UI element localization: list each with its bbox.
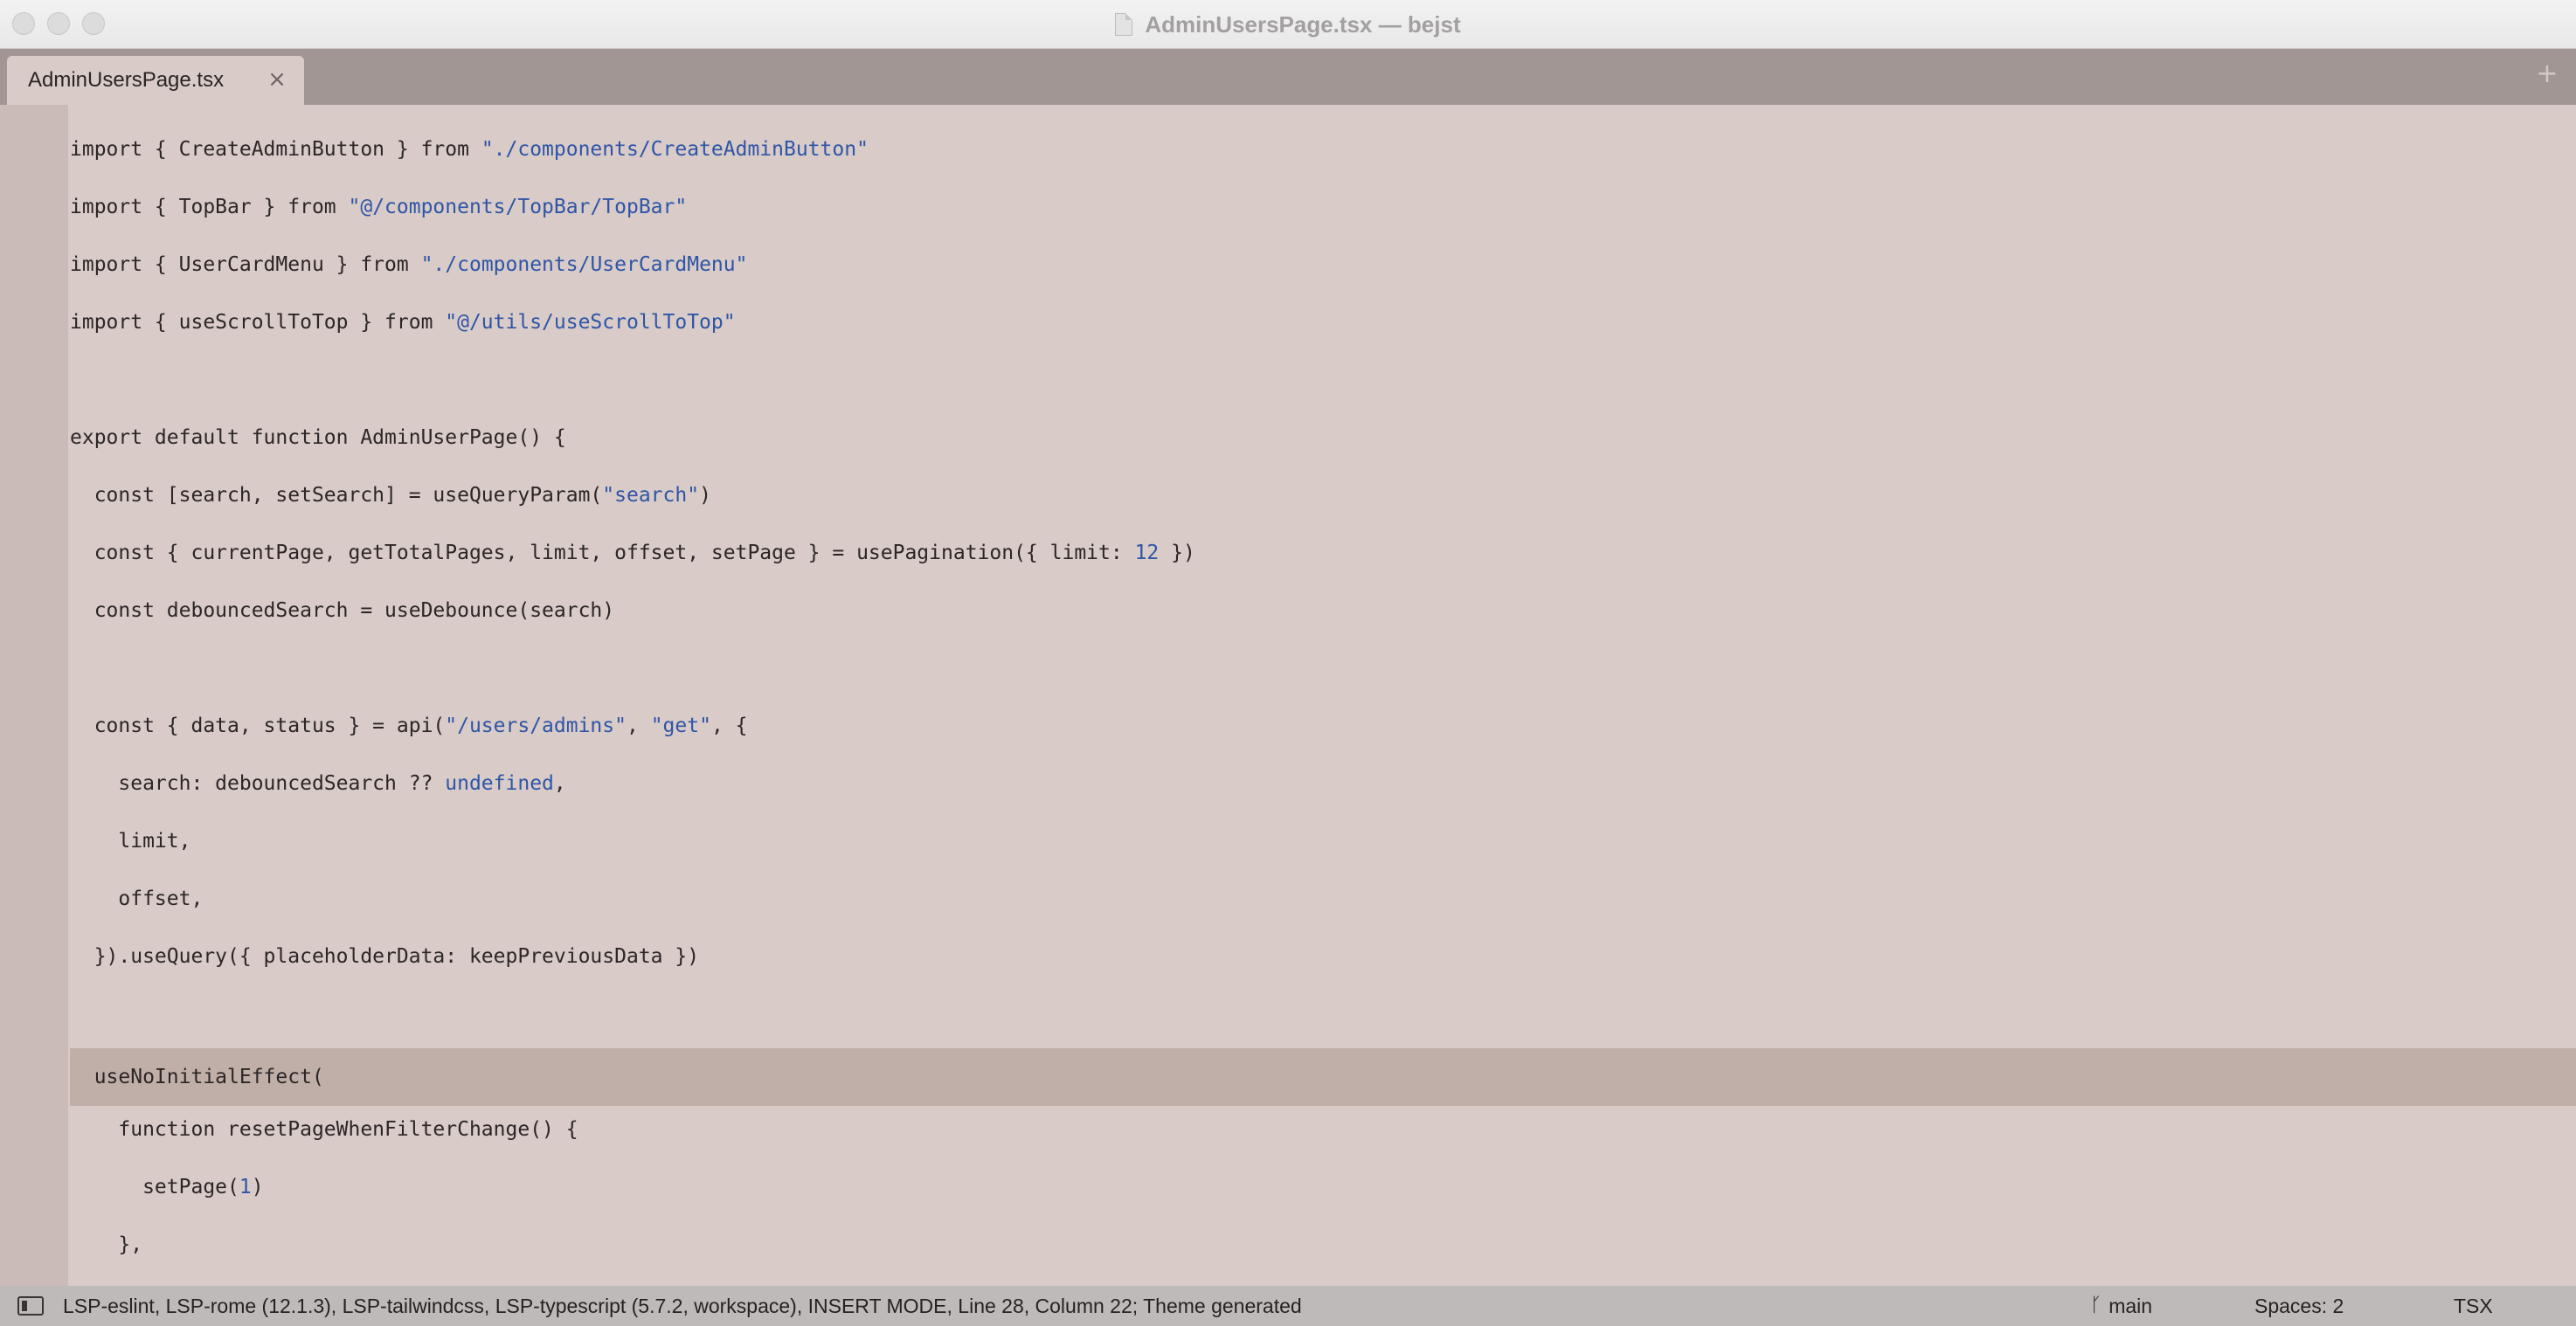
code-token: search: debouncedSearch ?? (70, 772, 446, 795)
code-line[interactable] (70, 645, 2576, 702)
code-token-str: "@/utils/useScrollToTop" (445, 311, 736, 334)
code-lines[interactable]: import { CreateAdminButton } from "./com… (70, 126, 2576, 1286)
code-line[interactable] (70, 356, 2576, 414)
tab-close-icon[interactable]: × (266, 68, 288, 91)
tab-bar: AdminUsersPage.tsx × + (0, 49, 2576, 105)
code-token-kw-undef: undefined (445, 772, 554, 795)
code-line[interactable]: export default function AdminUserPage() … (70, 414, 2576, 472)
code-token: const debouncedSearch = useDebounce(sear… (70, 599, 615, 622)
code-token: useNoInitialEffect( (70, 1066, 324, 1088)
code-token: import { UserCardMenu } from (70, 253, 421, 276)
git-branch-icon: ᚴ (2090, 1295, 2102, 1316)
code-token: }, (70, 1233, 143, 1256)
code-line[interactable]: setPage(1) (70, 1164, 2576, 1221)
code-token-str: "./components/CreateAdminButton" (481, 138, 869, 161)
code-token-str: "get" (650, 715, 711, 737)
code-token: , (626, 715, 651, 737)
code-token: import { useScrollToTop } from (70, 311, 446, 334)
code-token: limit, (70, 830, 191, 853)
code-token: ) (251, 1176, 264, 1198)
code-token-num: 1 (239, 1176, 252, 1198)
code-line[interactable]: const { data, status } = api("/users/adm… (70, 702, 2576, 760)
code-line[interactable] (70, 991, 2576, 1048)
sidebar-toggle-icon[interactable] (17, 1296, 44, 1316)
code-token-str: "search" (602, 484, 700, 507)
code-token: const { data, status } = api( (70, 715, 446, 737)
editor-window: AdminUsersPage.tsx — bejst AdminUsersPag… (0, 0, 2576, 1326)
window-title: AdminUsersPage.tsx — bejst (1145, 10, 1461, 38)
code-token: }).useQuery({ placeholderData: keepPrevi… (70, 945, 700, 968)
code-line[interactable]: const debouncedSearch = useDebounce(sear… (70, 587, 2576, 645)
status-bar: LSP-eslint, LSP-rome (12.1.3), LSP-tailw… (0, 1286, 2576, 1326)
code-token: ) (699, 484, 711, 507)
status-info: LSP-eslint, LSP-rome (12.1.3), LSP-tailw… (63, 1295, 1302, 1317)
tab-label: AdminUsersPage.tsx (28, 68, 225, 92)
code-token: , (553, 772, 566, 795)
line-gutter (0, 105, 68, 1286)
code-line[interactable]: const [search, setSearch] = useQueryPara… (70, 472, 2576, 529)
indentation-setting[interactable]: Spaces: 2 (2254, 1286, 2344, 1326)
document-icon (1115, 13, 1133, 36)
git-branch[interactable]: ᚴ main (2090, 1286, 2152, 1326)
code-line-current[interactable]: useNoInitialEffect( (70, 1048, 2576, 1106)
code-token: const { currentPage, getTotalPages, limi… (70, 542, 1135, 564)
git-branch-name: main (2109, 1295, 2153, 1317)
code-token: import { CreateAdminButton } from (70, 138, 481, 161)
code-line[interactable]: import { UserCardMenu } from "./componen… (70, 241, 2576, 299)
code-token-str: "@/components/TopBar/TopBar" (348, 196, 688, 218)
code-line[interactable]: [debouncedSearch] (70, 1279, 2576, 1286)
code-line[interactable]: import { useScrollToTop } from "@/utils/… (70, 299, 2576, 356)
code-line[interactable]: function resetPageWhenFilterChange() { (70, 1106, 2576, 1164)
code-line[interactable]: import { CreateAdminButton } from "./com… (70, 126, 2576, 183)
code-token: const [search, setSearch] = useQueryPara… (70, 484, 603, 507)
code-line[interactable]: import { TopBar } from "@/components/Top… (70, 183, 2576, 241)
code-token: setPage( (70, 1176, 239, 1198)
tab-adminuserspage[interactable]: AdminUsersPage.tsx × (7, 56, 304, 105)
syntax-selector[interactable]: TSX (2454, 1286, 2493, 1326)
code-token-num: 12 (1134, 542, 1160, 564)
code-token: offset, (70, 887, 204, 910)
title-bar: AdminUsersPage.tsx — bejst (0, 0, 2576, 49)
code-editor[interactable]: import { CreateAdminButton } from "./com… (0, 105, 2576, 1286)
code-line[interactable]: }, (70, 1221, 2576, 1279)
code-line[interactable]: const { currentPage, getTotalPages, limi… (70, 529, 2576, 587)
code-token: }) (1159, 542, 1195, 564)
code-token: function resetPageWhenFilterChange() { (70, 1118, 578, 1141)
code-line[interactable]: search: debouncedSearch ?? undefined, (70, 760, 2576, 818)
code-line[interactable]: }).useQuery({ placeholderData: keepPrevi… (70, 933, 2576, 991)
code-token-str: "./components/UserCardMenu" (420, 253, 748, 276)
new-tab-icon[interactable]: + (2534, 61, 2560, 87)
window-title-area: AdminUsersPage.tsx — bejst (0, 0, 2576, 49)
code-line[interactable]: offset, (70, 875, 2576, 933)
code-token: export default function AdminUserPage() … (70, 426, 566, 449)
code-line[interactable]: limit, (70, 818, 2576, 875)
code-token: , { (710, 715, 748, 737)
code-token-str: "/users/admins" (445, 715, 627, 737)
code-token: import { TopBar } from (70, 196, 349, 218)
